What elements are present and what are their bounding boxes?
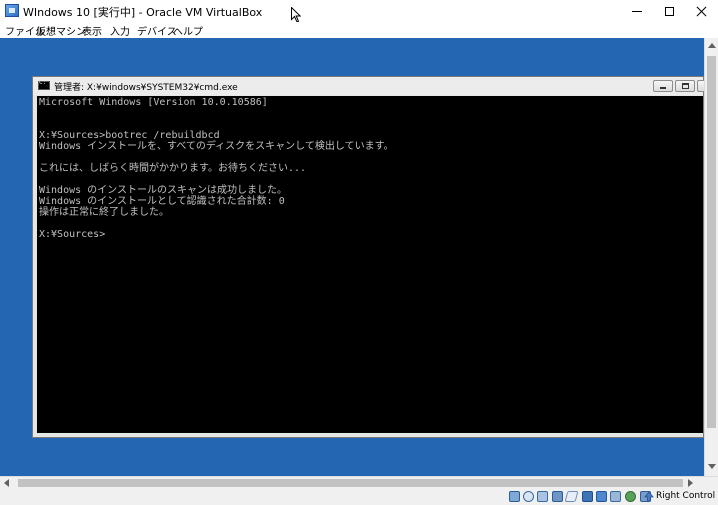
console-line: これには、しばらく時間がかかります。お待ちください... xyxy=(39,163,307,174)
close-icon xyxy=(696,6,707,17)
cmd-title: 管理者: X:¥windows¥SYSTEM32¥cmd.exe xyxy=(54,83,238,93)
status-bar: Right Control xyxy=(0,489,718,505)
close-button[interactable] xyxy=(684,0,718,22)
optical-drive-icon[interactable] xyxy=(523,491,534,502)
maximize-icon xyxy=(664,6,674,16)
host-key-label: Right Control xyxy=(656,491,716,501)
vertical-scrollbar[interactable] xyxy=(704,38,718,476)
console-prompt: X:¥Sources> xyxy=(39,229,106,240)
usb-icon[interactable] xyxy=(564,491,579,502)
window-title: WIndows 10 [実行中] - Oracle VM VirtualBox xyxy=(23,6,263,19)
menu-bar: ファイル 仮想マシン 表示 入力 デバイス ヘルプ xyxy=(0,22,718,38)
minimize-icon xyxy=(660,87,666,89)
console-line: Windows インストールを、すべてのディスクをスキャンして検出しています。 xyxy=(39,141,394,152)
cmd-window[interactable]: 管理者: X:¥windows¥SYSTEM32¥cmd.exe Microso… xyxy=(32,76,705,438)
maximize-button[interactable] xyxy=(652,0,686,22)
menu-devices[interactable]: デバイス xyxy=(137,23,177,38)
keyboard-capture-icon[interactable] xyxy=(644,491,654,502)
cmd-title-bar[interactable]: 管理者: X:¥windows¥SYSTEM32¥cmd.exe xyxy=(33,77,705,95)
cmd-maximize-button[interactable] xyxy=(675,80,695,92)
horizontal-scrollbar[interactable] xyxy=(0,476,718,489)
shared-folders-icon[interactable] xyxy=(582,491,593,502)
minimize-icon xyxy=(632,10,642,12)
menu-input[interactable]: 入力 xyxy=(110,23,130,38)
vertical-scroll-thumb[interactable] xyxy=(707,56,716,428)
virtualbox-app-icon[interactable] xyxy=(5,4,19,17)
cmd-minimize-button[interactable] xyxy=(653,80,673,92)
mouse-pointer-icon xyxy=(291,7,301,23)
audio-icon[interactable] xyxy=(537,491,548,502)
menu-machine[interactable]: 仮想マシン xyxy=(36,23,86,38)
network-icon[interactable] xyxy=(552,491,563,502)
scroll-right-icon[interactable] xyxy=(688,479,693,487)
video-capture-icon[interactable] xyxy=(610,491,621,502)
title-bar: WIndows 10 [実行中] - Oracle VM VirtualBox xyxy=(0,0,718,23)
display-icon[interactable] xyxy=(596,491,607,502)
console-line: 操作は正常に終了しました。 xyxy=(39,207,169,218)
menu-view[interactable]: 表示 xyxy=(82,23,102,38)
console-output[interactable]: Microsoft Windows [Version 10.0.10586] X… xyxy=(37,96,703,433)
scroll-down-icon[interactable] xyxy=(708,464,716,469)
menu-help[interactable]: ヘルプ xyxy=(173,23,203,38)
maximize-icon xyxy=(682,83,689,89)
console-icon[interactable] xyxy=(38,79,50,90)
scroll-up-icon[interactable] xyxy=(708,43,716,48)
horizontal-scroll-thumb[interactable] xyxy=(18,479,683,487)
hard-disk-icon[interactable] xyxy=(509,491,520,502)
vt-x-icon[interactable] xyxy=(625,491,636,502)
console-line: Microsoft Windows [Version 10.0.10586] xyxy=(39,97,268,108)
minimize-button[interactable] xyxy=(620,0,654,22)
scroll-left-icon[interactable] xyxy=(4,479,9,487)
